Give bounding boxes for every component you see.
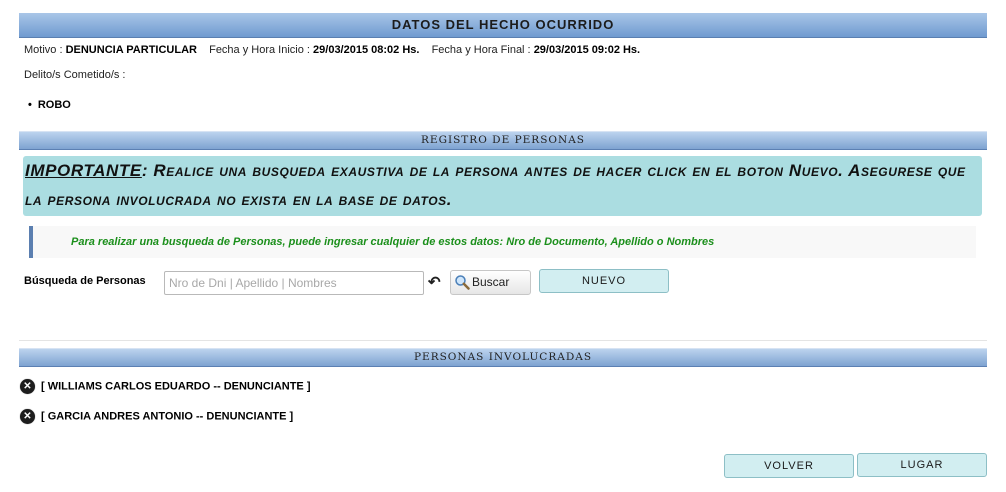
- person-list-item: ✕ [ WILLIAMS CARLOS EDUARDO -- DENUNCIANT…: [20, 379, 310, 394]
- motivo-label: Motivo :: [24, 44, 63, 56]
- important-title: IMPORTANTE: [25, 161, 142, 180]
- important-notice: IMPORTANTE: Realice una busqueda exausti…: [23, 156, 982, 216]
- search-label: Búsqueda de Personas: [24, 275, 146, 287]
- delitos-label: Delito/s Cometido/s :: [24, 69, 126, 81]
- hecho-section-title: DATOS DEL HECHO OCURRIDO: [19, 13, 987, 38]
- person-label: [ WILLIAMS CARLOS EDUARDO -- DENUNCIANTE…: [41, 380, 311, 393]
- undo-icon[interactable]: ↶: [428, 273, 441, 293]
- fecha-final-label: Fecha y Hora Final :: [431, 44, 531, 56]
- buscar-button[interactable]: Buscar: [450, 270, 531, 295]
- volver-button[interactable]: VOLVER: [724, 454, 854, 478]
- hecho-info-line: Motivo : DENUNCIA PARTICULAR Fecha y Hor…: [24, 44, 640, 56]
- motivo-value: DENUNCIA PARTICULAR: [65, 44, 197, 56]
- buscar-label: Buscar: [472, 275, 510, 289]
- search-hint: Para realizar una busqueda de Personas, …: [29, 226, 976, 258]
- lugar-button[interactable]: LUGAR: [857, 453, 987, 477]
- fecha-inicio-value: 29/03/2015 08:02 Hs.: [313, 44, 420, 56]
- magnifier-icon: [455, 275, 470, 290]
- bullet: •: [28, 99, 32, 111]
- important-text: : Realice una busqueda exaustiva de la p…: [25, 161, 966, 209]
- nuevo-button[interactable]: NUEVO: [539, 269, 669, 293]
- search-input[interactable]: [164, 271, 424, 295]
- delito-list-item: • ROBO: [28, 99, 71, 111]
- person-list-item: ✕ [ GARCIA ANDRES ANTONIO -- DENUNCIANTE …: [20, 409, 293, 424]
- delito-label: ROBO: [37, 99, 71, 111]
- fecha-inicio-label: Fecha y Hora Inicio :: [209, 44, 310, 56]
- person-label: [ GARCIA ANDRES ANTONIO -- DENUNCIANTE ]: [41, 410, 294, 423]
- remove-icon[interactable]: ✕: [20, 409, 35, 424]
- remove-icon[interactable]: ✕: [20, 379, 35, 394]
- divider: [19, 340, 987, 341]
- registro-section-title: REGISTRO DE PERSONAS: [19, 131, 987, 150]
- involucradas-section-title: PERSONAS INVOLUCRADAS: [19, 348, 987, 367]
- fecha-final-value: 29/03/2015 09:02 Hs.: [533, 44, 641, 56]
